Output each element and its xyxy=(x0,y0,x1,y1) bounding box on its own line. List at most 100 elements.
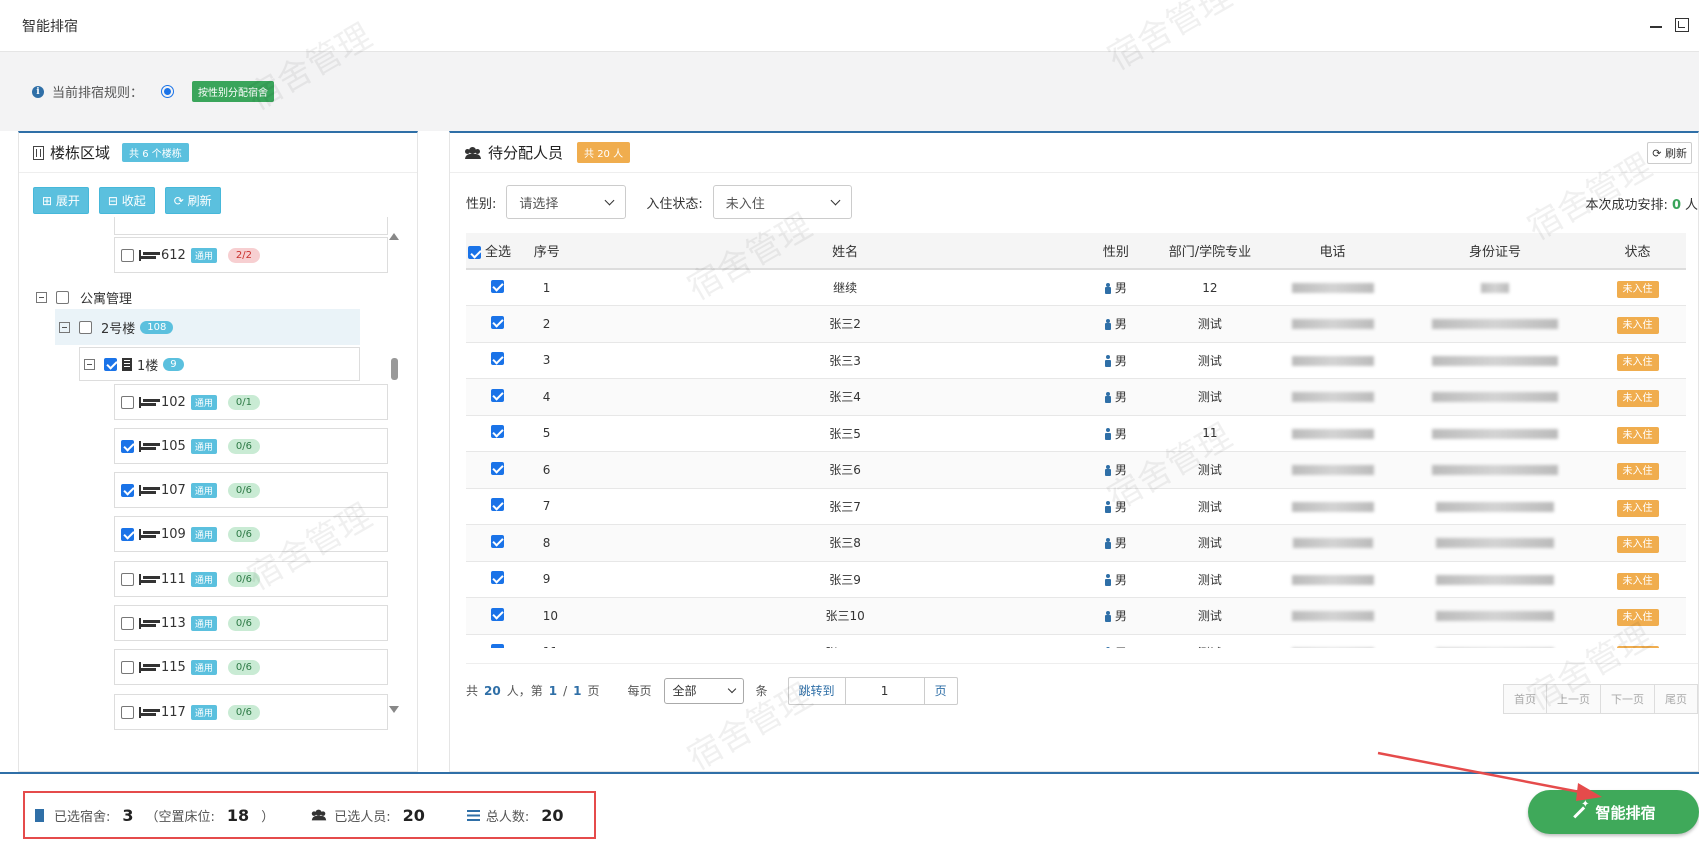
row-select-cell[interactable] xyxy=(466,269,529,306)
tree-room-612[interactable]: 612 通用 2/2 xyxy=(114,237,388,273)
row-checkbox[interactable] xyxy=(490,498,504,512)
expand-button[interactable]: ⊞ 展开 xyxy=(33,187,89,214)
minimize-icon[interactable] xyxy=(1649,18,1663,32)
last-page-button[interactable]: 尾页 xyxy=(1654,684,1698,714)
table-row[interactable]: 3 张三3 男 测试 未入住 xyxy=(466,342,1686,379)
chevron-down-icon xyxy=(604,195,615,205)
table-row[interactable]: 11张三11 男 测试未入住 xyxy=(466,634,1686,648)
per-page-select[interactable]: 全部 xyxy=(663,677,744,704)
room-name: 102 xyxy=(161,394,186,410)
tree-room[interactable]: 107 通用 0/6 xyxy=(114,472,388,508)
next-page-button[interactable]: 下一页 xyxy=(1600,684,1655,714)
row-select-cell[interactable] xyxy=(466,305,529,343)
bed-icon xyxy=(139,528,156,540)
tree-room[interactable]: 115 通用 0/6 xyxy=(114,649,388,685)
row-select-cell[interactable] xyxy=(466,524,529,562)
row-select-cell[interactable] xyxy=(466,634,529,648)
row-dept: 12 xyxy=(1155,269,1265,306)
row-checkbox[interactable] xyxy=(490,352,504,366)
row-phone xyxy=(1264,342,1401,379)
rule-radio[interactable] xyxy=(161,85,175,98)
room-checkbox[interactable] xyxy=(121,705,134,719)
row-id xyxy=(1400,451,1590,489)
tree-room[interactable]: 102 通用 0/1 xyxy=(114,384,388,420)
building-checkbox[interactable] xyxy=(79,320,92,334)
jump-button[interactable]: 跳转到 xyxy=(789,678,845,704)
select-all-checkbox[interactable] xyxy=(468,246,481,259)
row-checkbox[interactable] xyxy=(490,461,504,475)
first-page-button[interactable]: 首页 xyxy=(1503,684,1547,714)
maximize-icon[interactable] xyxy=(1675,18,1689,32)
room-checkbox[interactable] xyxy=(121,660,134,674)
smart-arrange-button[interactable]: 智能排宿 xyxy=(1528,790,1699,834)
room-checkbox[interactable] xyxy=(121,527,134,541)
pager-text: 共 xyxy=(466,684,479,698)
tree-room[interactable]: 105 通用 0/6 xyxy=(114,428,388,464)
gender-select[interactable]: 请选择 xyxy=(506,185,627,219)
tree-node-floor[interactable]: 1楼 9 xyxy=(79,347,360,381)
table-row[interactable]: 8 张三8 男 测试 未入住 xyxy=(466,524,1686,562)
tree-room[interactable]: 109 通用 0/6 xyxy=(114,516,388,552)
table-row[interactable]: 10 张三10 男 测试 未入住 xyxy=(466,597,1686,635)
room-checkbox[interactable] xyxy=(121,483,134,497)
tree-scrollbar[interactable] xyxy=(389,233,399,713)
row-checkbox[interactable] xyxy=(490,279,504,293)
row-dept: 测试 xyxy=(1155,561,1265,598)
table-row[interactable]: 2 张三2 男 测试 未入住 xyxy=(466,305,1686,343)
floor-checkbox[interactable] xyxy=(104,357,117,371)
row-gender: 男 xyxy=(1114,536,1127,551)
room-checkbox[interactable] xyxy=(121,395,134,409)
row-select-cell[interactable] xyxy=(466,561,529,598)
row-checkbox[interactable] xyxy=(490,607,504,621)
row-select-cell[interactable] xyxy=(466,488,529,525)
jump-input[interactable]: 1 xyxy=(844,677,925,704)
row-checkbox[interactable] xyxy=(490,571,504,585)
table-row[interactable]: 7 张三7 男 测试 未入住 xyxy=(466,488,1686,525)
tree-room[interactable]: 111 通用 0/6 xyxy=(114,561,388,597)
table-row[interactable]: 4 张三4 男 测试 未入住 xyxy=(466,378,1686,416)
row-checkbox[interactable] xyxy=(490,388,504,402)
row-dept: 测试 xyxy=(1155,378,1265,416)
room-checkbox[interactable] xyxy=(121,572,134,586)
collapse-toggle-icon[interactable] xyxy=(59,321,70,333)
tree-room[interactable]: 113 通用 0/6 xyxy=(114,605,388,641)
collapse-toggle-icon[interactable] xyxy=(84,358,95,370)
room-checkbox[interactable] xyxy=(121,439,134,453)
row-select-cell[interactable] xyxy=(466,451,529,489)
window-controls xyxy=(1649,18,1689,32)
tree-room[interactable]: 117 通用 0/6 xyxy=(114,694,388,730)
apartment-checkbox[interactable] xyxy=(56,291,69,304)
smart-arrange-label: 智能排宿 xyxy=(1595,803,1656,822)
table-row[interactable]: 1 继续 男 12 未入住 xyxy=(466,269,1686,306)
scroll-down-icon[interactable] xyxy=(389,706,399,713)
status-select[interactable]: 未入住 xyxy=(712,185,852,219)
row-checkbox[interactable] xyxy=(490,534,504,548)
table-row[interactable]: 6 张三6 男 测试 未入住 xyxy=(466,451,1686,489)
room-checkbox[interactable] xyxy=(121,616,134,630)
row-select-cell[interactable] xyxy=(466,342,529,379)
male-icon xyxy=(1105,318,1112,331)
scroll-thumb[interactable] xyxy=(391,358,398,380)
row-select-cell[interactable] xyxy=(466,378,529,416)
row-phone xyxy=(1264,269,1401,306)
row-select-cell[interactable] xyxy=(466,597,529,635)
collapse-toggle-icon[interactable] xyxy=(36,292,47,303)
status-badge: 未入住 xyxy=(1616,463,1659,481)
row-checkbox[interactable] xyxy=(490,315,504,329)
row-checkbox[interactable] xyxy=(490,425,504,439)
tree-node-building[interactable]: 2号楼 108 xyxy=(55,309,360,345)
tree-node-apartment[interactable]: 公寓管理 xyxy=(36,288,132,307)
prev-page-button[interactable]: 上一页 xyxy=(1546,684,1601,714)
table-row[interactable]: 9 张三9 男 测试 未入住 xyxy=(466,561,1686,598)
scroll-up-icon[interactable] xyxy=(389,233,399,240)
refresh-tree-button[interactable]: ⟳ 刷新 xyxy=(164,187,221,214)
collapse-button[interactable]: ⊟ 收起 xyxy=(98,187,155,214)
table-row[interactable]: 5 张三5 男 11 未入住 xyxy=(466,415,1686,452)
row-checkbox[interactable] xyxy=(490,644,504,648)
row-phone xyxy=(1264,524,1401,562)
row-status-cell: 未入住 xyxy=(1589,342,1686,379)
row-select-cell[interactable] xyxy=(466,415,529,452)
room-checkbox[interactable] xyxy=(121,248,134,262)
select-all-header[interactable]: 全选 xyxy=(466,233,529,270)
refresh-people-button[interactable]: ⟳ 刷新 xyxy=(1647,142,1692,164)
